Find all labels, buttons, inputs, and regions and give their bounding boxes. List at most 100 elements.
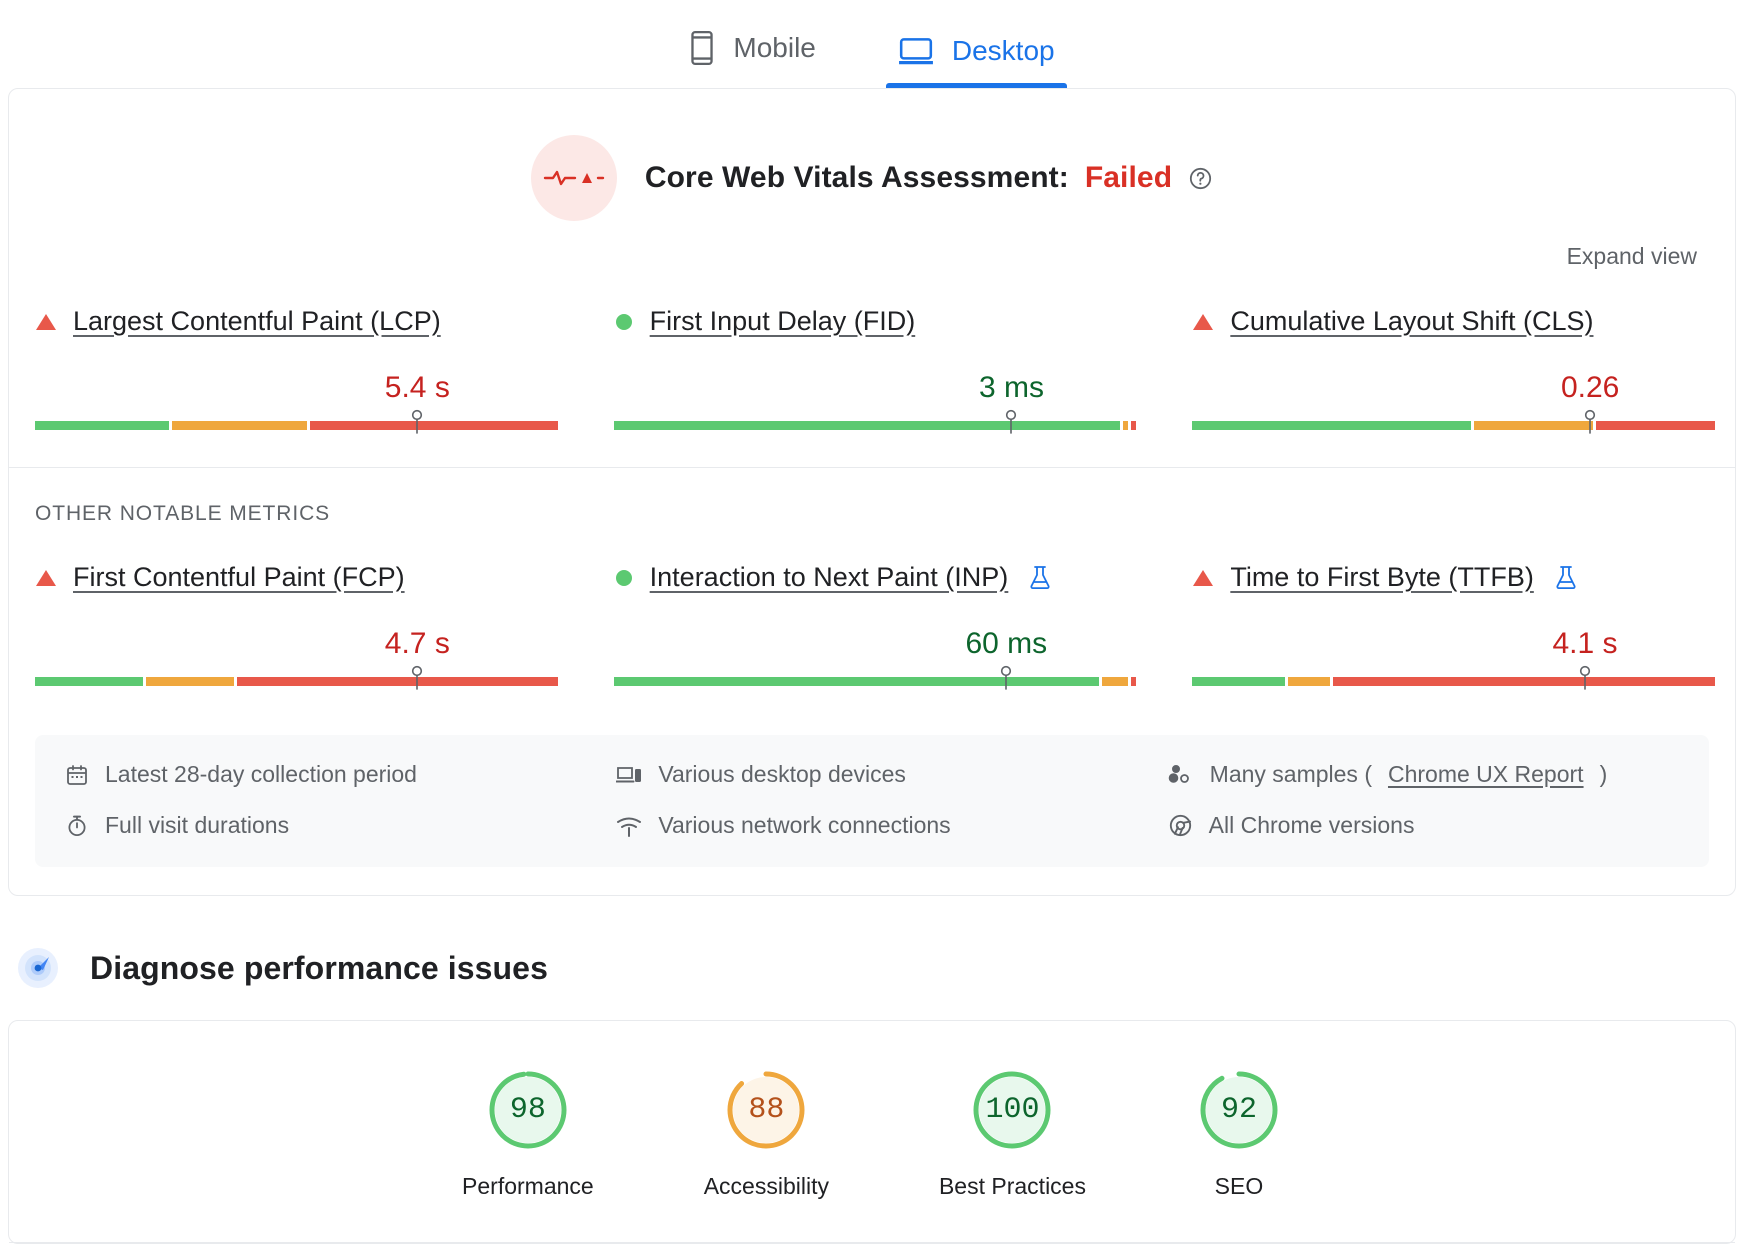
status-triangle-icon	[1192, 568, 1214, 588]
pulse-icon	[531, 135, 617, 221]
distribution-segment-good	[1192, 421, 1471, 430]
gauge-best-practices[interactable]: 100 Best Practices	[939, 1067, 1086, 1200]
metric-cls-value: 0.26	[1561, 371, 1619, 405]
metric-inp-name[interactable]: Interaction to Next Paint (INP)	[650, 562, 1009, 593]
metric-lcp-value-row: 5.4 s	[35, 353, 552, 405]
meta-samples: Many samples ( Chrome UX Report)	[1168, 761, 1679, 788]
tab-desktop[interactable]: Desktop	[886, 36, 1067, 88]
gauge-best-practices-label: Best Practices	[939, 1173, 1086, 1200]
metric-fid-value-row: 3 ms	[614, 353, 1131, 405]
metric-fid-marker	[1003, 409, 1019, 440]
meta-collection-period: Latest 28-day collection period	[65, 761, 576, 788]
metric-fid-name[interactable]: First Input Delay (FID)	[650, 306, 916, 337]
devices-icon	[616, 764, 642, 786]
metric-lcp-marker	[409, 409, 425, 440]
meta-networks: Various network connections	[616, 812, 1127, 839]
metric-fid-value: 3 ms	[979, 371, 1044, 405]
tab-mobile-label: Mobile	[733, 34, 815, 62]
chrome-icon	[1168, 813, 1193, 838]
visit-durations-text: Full visit durations	[105, 812, 289, 839]
gauge-performance-label: Performance	[462, 1173, 594, 1200]
metric-ttfb-distribution	[1192, 665, 1709, 691]
pagespeed-report: Mobile Desktop Core Web Vital	[0, 0, 1744, 1244]
metric-lcp-name[interactable]: Largest Contentful Paint (LCP)	[73, 306, 441, 337]
score-gauges: 98 Performance 88 Accessibility 100 Best Prac…	[9, 1067, 1735, 1242]
distribution-segment-average	[1288, 677, 1329, 686]
flask-icon	[1028, 565, 1052, 591]
samples-text: Many samples (	[1210, 761, 1372, 788]
chrome-versions-text: All Chrome versions	[1209, 812, 1415, 839]
distribution-segment-good	[35, 421, 169, 430]
metric-ttfb-value-row: 4.1 s	[1192, 609, 1709, 661]
distribution-segment-average	[146, 677, 234, 686]
distribution-segment-average	[172, 421, 306, 430]
distribution-segment-good	[614, 677, 1100, 686]
diagnose-title: Diagnose performance issues	[90, 950, 548, 987]
tab-desktop-label: Desktop	[952, 37, 1055, 65]
expand-view-link[interactable]: Expand view	[1567, 243, 1697, 270]
metric-lcp-header: Largest Contentful Paint (LCP)	[35, 306, 552, 337]
tab-mobile[interactable]: Mobile	[677, 30, 827, 88]
metric-fid-header: First Input Delay (FID)	[614, 306, 1131, 337]
gauge-seo[interactable]: 92 SEO	[1196, 1067, 1282, 1200]
distribution-segment-good	[35, 677, 143, 686]
metric-cls-name[interactable]: Cumulative Layout Shift (CLS)	[1230, 306, 1593, 337]
gauge-accessibility-score: 88	[723, 1067, 809, 1153]
cwv-assessment-title: Core Web Vitals Assessment: Failed	[645, 161, 1213, 195]
metric-inp-value: 60 ms	[965, 627, 1047, 661]
collection-period-text: Latest 28-day collection period	[105, 761, 417, 788]
metric-ttfb: Time to First Byte (TTFB) 4.1 s	[1192, 562, 1709, 691]
lighthouse-scores-card: 98 Performance 88 Accessibility 100 Best Prac…	[8, 1020, 1736, 1244]
core-metrics-grid: Largest Contentful Paint (LCP) 5.4 s First…	[9, 270, 1735, 461]
gauge-accessibility[interactable]: 88 Accessibility	[704, 1067, 829, 1200]
distribution-segment-good	[614, 421, 1120, 430]
gauge-best-practices-score: 100	[969, 1067, 1055, 1153]
meta-chrome-versions: All Chrome versions	[1168, 812, 1679, 839]
chrome-ux-report-link[interactable]: Chrome UX Report	[1388, 761, 1584, 788]
gauge-seo-label: SEO	[1215, 1173, 1264, 1200]
metric-inp-header: Interaction to Next Paint (INP)	[614, 562, 1131, 593]
metric-cls-header: Cumulative Layout Shift (CLS)	[1192, 306, 1709, 337]
status-triangle-icon	[1192, 312, 1214, 332]
core-web-vitals-card: Core Web Vitals Assessment: Failed Expan…	[8, 88, 1736, 896]
help-circle-icon[interactable]	[1188, 166, 1213, 191]
calendar-icon	[65, 763, 89, 787]
metric-ttfb-name[interactable]: Time to First Byte (TTFB)	[1230, 562, 1534, 593]
samples-icon	[1168, 763, 1194, 787]
devices-text: Various desktop devices	[658, 761, 906, 788]
distribution-segment-poor	[1596, 421, 1715, 430]
metric-fid: First Input Delay (FID) 3 ms	[614, 306, 1131, 435]
other-metrics-label: OTHER NOTABLE METRICS	[9, 468, 1735, 526]
metric-fcp-name[interactable]: First Contentful Paint (FCP)	[73, 562, 405, 593]
distribution-segment-average	[1102, 677, 1128, 686]
samples-suffix: )	[1600, 761, 1608, 788]
metric-inp-distribution	[614, 665, 1131, 691]
metric-fcp-header: First Contentful Paint (FCP)	[35, 562, 552, 593]
metric-fcp-marker	[409, 665, 425, 696]
status-circle-icon	[614, 568, 634, 588]
distribution-segment-poor	[1131, 677, 1136, 686]
metric-fcp-value-row: 4.7 s	[35, 609, 552, 661]
metric-cls-value-row: 0.26	[1192, 353, 1709, 405]
diagnose-header: Diagnose performance issues	[0, 896, 1744, 1020]
gauge-performance-score: 98	[485, 1067, 571, 1153]
metric-lcp: Largest Contentful Paint (LCP) 5.4 s	[35, 306, 552, 435]
metric-fcp-distribution	[35, 665, 552, 691]
network-icon	[616, 815, 642, 837]
gauge-performance[interactable]: 98 Performance	[462, 1067, 594, 1200]
flask-icon	[1554, 565, 1578, 591]
gauge-seo-score: 92	[1196, 1067, 1282, 1153]
metric-fid-distribution	[614, 409, 1131, 435]
data-source-meta: Latest 28-day collection period Various d…	[35, 735, 1709, 867]
metric-lcp-distribution	[35, 409, 552, 435]
gauge-accessibility-label: Accessibility	[704, 1173, 829, 1200]
gauge-performance-dial: 98	[485, 1067, 571, 1153]
metric-inp-marker	[998, 665, 1014, 696]
distribution-segment-average	[1474, 421, 1593, 430]
distribution-segment-good	[1192, 677, 1285, 686]
distribution-segment-poor	[237, 677, 557, 686]
distribution-segment-poor	[1131, 421, 1136, 430]
metric-lcp-value: 5.4 s	[385, 371, 450, 405]
meta-visit-durations: Full visit durations	[65, 812, 576, 839]
distribution-segment-poor	[1333, 677, 1715, 686]
